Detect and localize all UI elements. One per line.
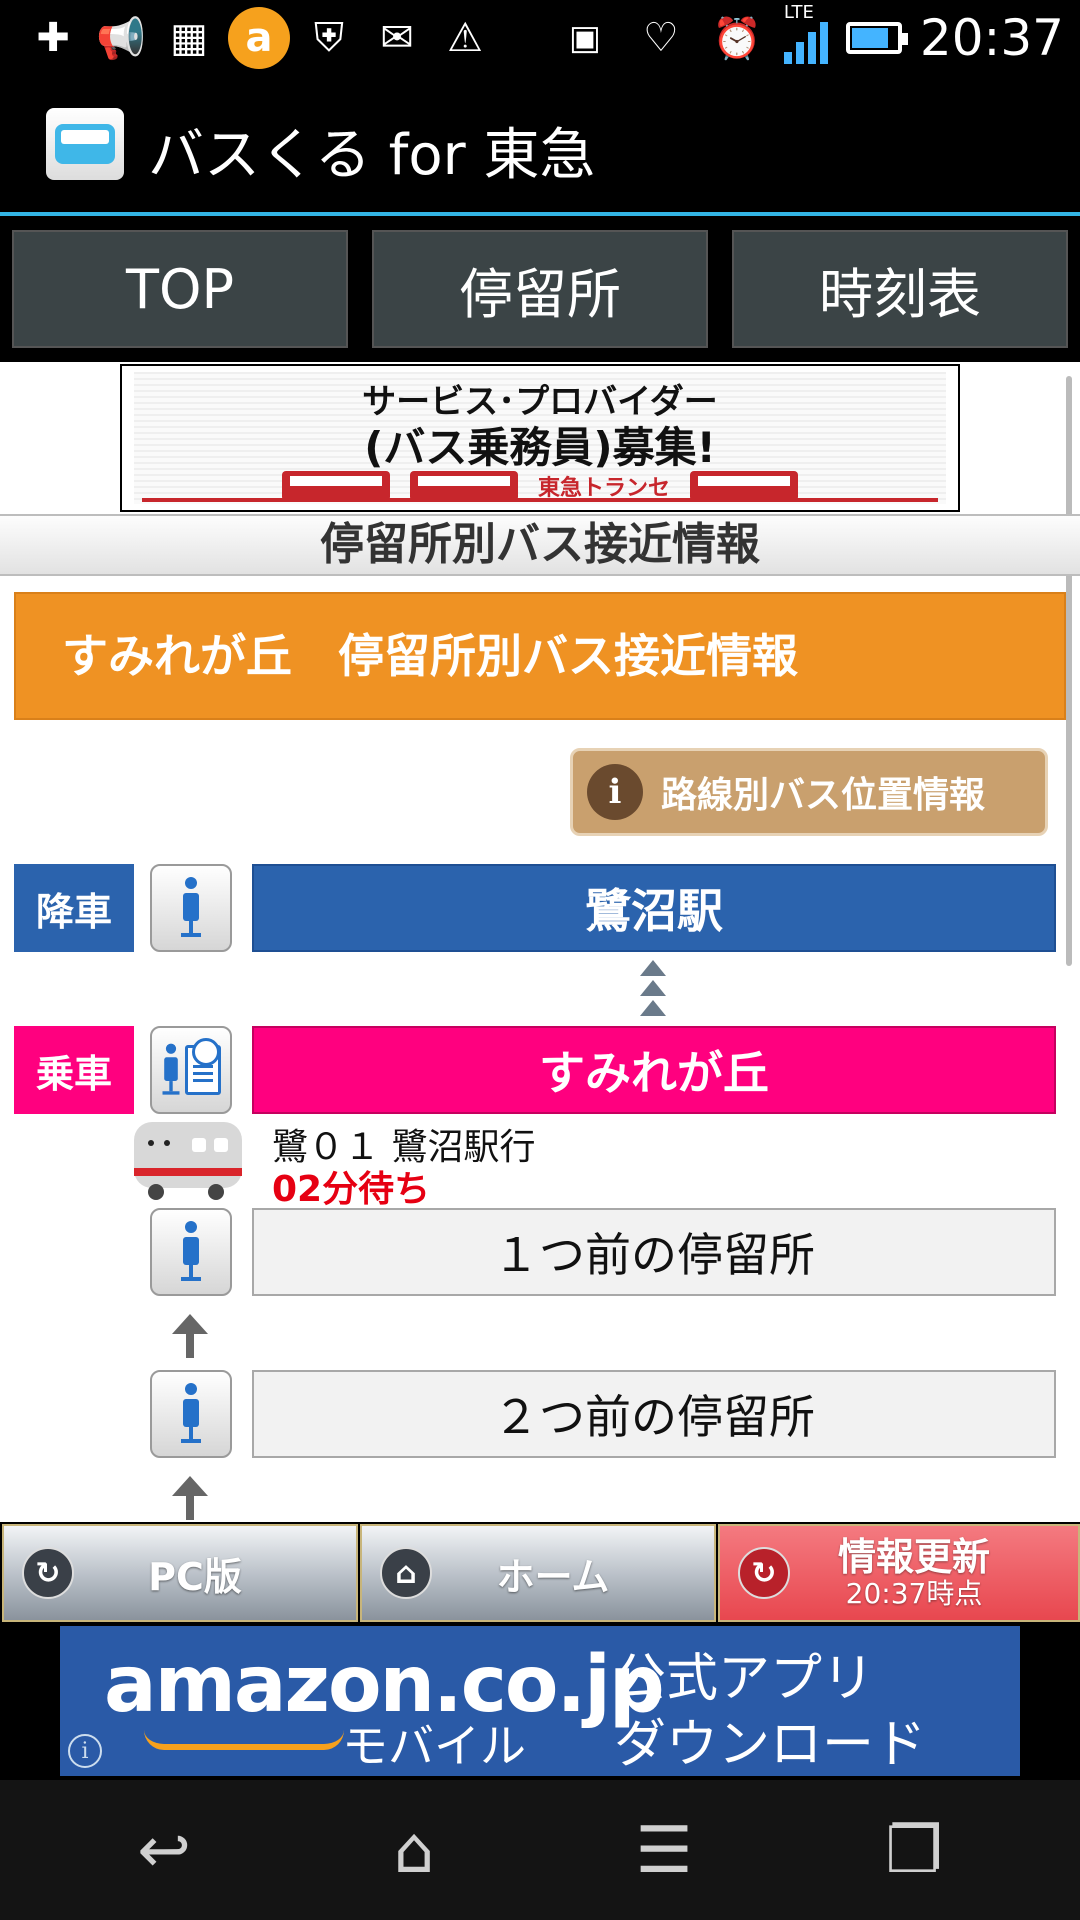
tab-stops[interactable]: 停留所 [372, 230, 708, 348]
system-icons: ▣ ♡ ⏰ LTE 20:37 [556, 2, 1064, 68]
timetable-icon[interactable] [150, 1026, 232, 1114]
shield-phone-icon: ⛨ [314, 15, 344, 61]
mail-icon: ✉ [380, 15, 414, 61]
refresh-label: 情報更新 [837, 1535, 990, 1579]
section-title: 停留所別バス接近情報 [0, 514, 1080, 576]
pc-version-label: PC版 [148, 1554, 242, 1599]
alight-tag: 降車 [14, 864, 134, 952]
app-bar: バスくる for 東急 [0, 76, 1080, 216]
ad-copy-line1: 公式アプリ [614, 1649, 875, 1709]
banner-line2: (バス乗務員)募集! [364, 423, 716, 472]
voicemail-icon: ▣ [568, 18, 601, 58]
approaching-bus-icon [134, 1118, 244, 1202]
amazon-smile-icon [144, 1730, 344, 1750]
board-tag: 乗車 [14, 1026, 134, 1114]
tab-top[interactable]: TOP [12, 230, 348, 348]
signal-icon: LTE [783, 2, 828, 64]
alight-stop[interactable]: 鷺沼駅 [252, 864, 1056, 952]
mini-bus-icon [281, 471, 390, 501]
network-label: LTE [783, 2, 814, 23]
direction-arrows-icon [640, 960, 668, 1020]
plus-icon: ✚ [36, 15, 70, 61]
heart-icon: ♡ [642, 15, 679, 61]
refresh-arrow-icon: ↻ [22, 1547, 74, 1599]
previous-stop-2[interactable]: ２つ前の停留所 [252, 1370, 1056, 1458]
battery-icon [845, 22, 908, 54]
system-nav-bar: ↩ ⌂ ☰ ❐ [0, 1780, 1080, 1920]
app-circle-icon: a [228, 7, 290, 69]
clock: 20:37 [919, 9, 1064, 67]
bus-wait-time: 02分待ち [272, 1169, 431, 1210]
mini-bus-icon [690, 471, 798, 501]
bus-app-icon [46, 108, 124, 180]
previous-stop-1[interactable]: １つ前の停留所 [252, 1208, 1056, 1296]
mini-bus-icon [409, 471, 518, 501]
up-arrow-icon [168, 1476, 212, 1522]
route-bus-location-button[interactable]: i 路線別バス位置情報 [570, 748, 1048, 836]
home-button[interactable]: ⌂ ホーム [360, 1524, 716, 1622]
bus-stop-icon[interactable] [150, 1370, 232, 1458]
notification-icons: ✚ 📢 ▦ a ⛨ ✉ ⚠ [24, 7, 494, 69]
main-content: サービス･プロバイダー (バス乗務員)募集! 東急トランセ 停留所別バス接近情報… [0, 362, 1080, 1522]
home-nav-icon[interactable]: ⌂ [374, 1814, 454, 1888]
ad-mobile: モバイル [342, 1719, 526, 1773]
nav-tabs: TOP 停留所 時刻表 [0, 216, 1080, 362]
bottom-toolbar: ↻ PC版 ⌂ ホーム ↻ 情報更新 20:37時点 [0, 1522, 1080, 1624]
back-icon[interactable]: ↩ [124, 1814, 204, 1888]
bus-stop-icon[interactable] [150, 864, 232, 952]
menu-icon[interactable]: ☰ [624, 1814, 704, 1888]
ad-area: amazon.co.jp モバイル 公式アプリ ダウンロード i [0, 1624, 1080, 1780]
recruit-banner[interactable]: サービス･プロバイダー (バス乗務員)募集! 東急トランセ [120, 364, 960, 512]
scrollbar[interactable] [1066, 376, 1072, 966]
ad-copy-line2: ダウンロード [614, 1715, 927, 1775]
app-title: バスくる for 東急 [148, 123, 596, 188]
up-arrow-icon [168, 1314, 212, 1360]
home-label: ホーム [496, 1554, 610, 1599]
pc-version-button[interactable]: ↻ PC版 [2, 1524, 358, 1622]
warning-icon: ⚠ [447, 15, 483, 61]
ad-info-icon[interactable]: i [68, 1734, 102, 1768]
stop-heading: すみれが丘 停留所別バス接近情報 [14, 592, 1066, 720]
refresh-button[interactable]: ↻ 情報更新 20:37時点 [718, 1524, 1080, 1622]
alarm-icon: ⏰ [712, 15, 762, 62]
image-icon: ▦ [170, 15, 208, 61]
route-button-label: 路線別バス位置情報 [661, 775, 986, 816]
refresh-time: 20:37時点 [845, 1577, 983, 1610]
speaker-icon: 📢 [96, 15, 146, 62]
recent-apps-icon[interactable]: ❐ [874, 1814, 954, 1888]
info-icon: i [587, 764, 643, 820]
board-stop[interactable]: すみれが丘 [252, 1026, 1056, 1114]
bus-stop-icon[interactable] [150, 1208, 232, 1296]
home-icon: ⌂ [380, 1547, 432, 1599]
tab-timetable[interactable]: 時刻表 [732, 230, 1068, 348]
amazon-ad-banner[interactable]: amazon.co.jp モバイル 公式アプリ ダウンロード i [60, 1626, 1020, 1776]
status-bar: ✚ 📢 ▦ a ⛨ ✉ ⚠ ▣ ♡ ⏰ LTE 20:37 [0, 0, 1080, 76]
refresh-icon: ↻ [738, 1547, 790, 1599]
